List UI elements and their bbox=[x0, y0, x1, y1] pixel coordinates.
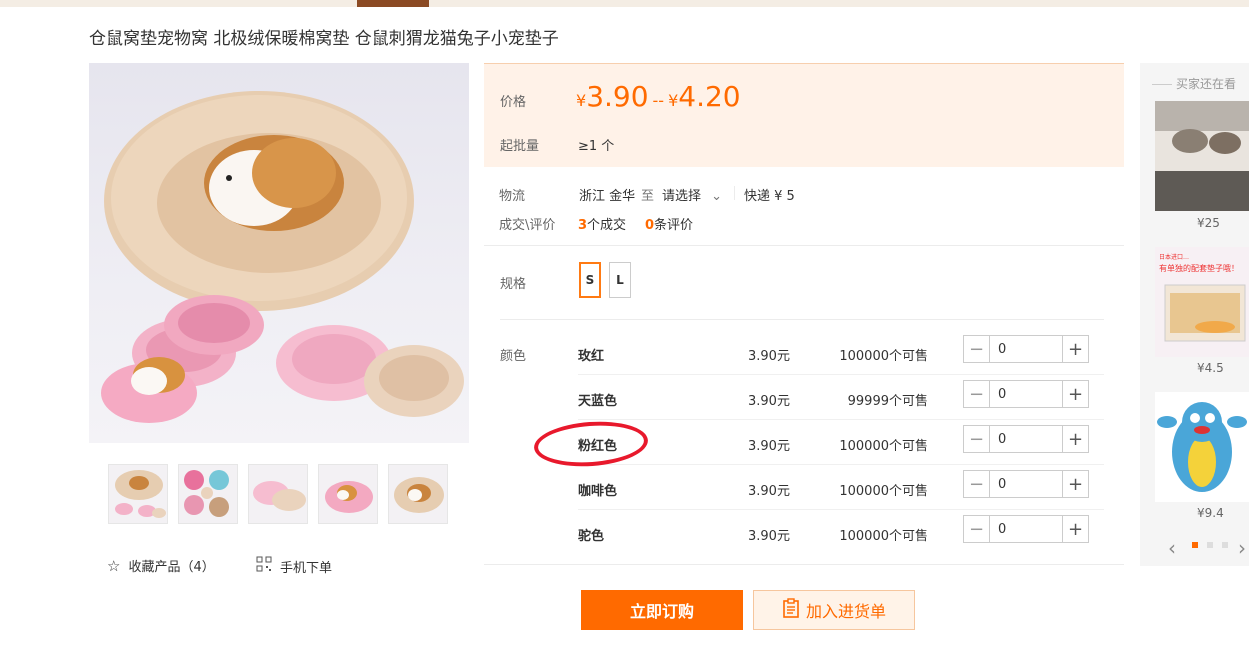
section-divider bbox=[484, 245, 1124, 246]
review-count[interactable]: 0条评价 bbox=[645, 214, 693, 233]
carousel-dot-1[interactable] bbox=[1192, 542, 1198, 548]
destination-select[interactable]: 请选择 ⌄ bbox=[662, 185, 722, 204]
deals-label: 成交\评价 bbox=[499, 218, 556, 233]
plus-icon[interactable]: + bbox=[1062, 381, 1088, 407]
main-product-image[interactable] bbox=[89, 63, 469, 443]
color-price: 3.90元 bbox=[748, 529, 790, 544]
color-name: 咖啡色 bbox=[578, 484, 618, 499]
recommended-price-3: ¥9.4 bbox=[1197, 506, 1224, 520]
star-icon: ☆ bbox=[107, 556, 121, 575]
svg-text:日本进口…: 日本进口… bbox=[1159, 253, 1189, 261]
thumbnail-2[interactable] bbox=[178, 464, 238, 524]
plus-icon[interactable]: + bbox=[1062, 516, 1088, 542]
recommended-price-2: ¥4.5 bbox=[1197, 361, 1224, 375]
qr-code-icon bbox=[256, 556, 272, 576]
spec-option-l[interactable]: L bbox=[609, 262, 631, 298]
quantity-input[interactable]: 0 bbox=[990, 516, 1062, 542]
top-nav-bar bbox=[0, 0, 1249, 7]
recommended-item-2[interactable]: 日本进口… 有单独的配套垫子哦！ bbox=[1155, 247, 1249, 357]
recommended-item-1[interactable] bbox=[1155, 101, 1249, 211]
minus-icon[interactable]: − bbox=[964, 336, 990, 362]
logistics-label: 物流 bbox=[499, 189, 526, 204]
recommendation-title: 买家还在看 bbox=[1176, 77, 1237, 91]
bottom-divider bbox=[484, 564, 1124, 565]
logistics-separator bbox=[734, 186, 735, 200]
color-row-rose: 玫红 3.90元 100000个可售 − 0 + bbox=[578, 330, 1104, 375]
product-title: 仓鼠窝垫宠物窝 北极绒保暖棉窝垫 仓鼠刺猬龙猫兔子小宠垫子 bbox=[89, 29, 559, 49]
color-price: 3.90元 bbox=[748, 394, 790, 409]
moq-label: 起批量 bbox=[500, 139, 540, 154]
thumbnail-5[interactable] bbox=[388, 464, 448, 524]
plus-icon[interactable]: + bbox=[1062, 336, 1088, 362]
color-name: 驼色 bbox=[578, 529, 605, 544]
color-row-pink: 粉红色 3.90元 100000个可售 − 0 + bbox=[578, 420, 1104, 465]
moq-value: ≥1 个 bbox=[578, 139, 615, 154]
quantity-input[interactable]: 0 bbox=[990, 426, 1062, 452]
price-label: 价格 bbox=[500, 95, 527, 110]
minus-icon[interactable]: − bbox=[964, 426, 990, 452]
color-price: 3.90元 bbox=[748, 484, 790, 499]
top-nav-active-tab[interactable] bbox=[357, 0, 429, 7]
quantity-stepper: − 0 + bbox=[963, 425, 1089, 453]
color-name: 玫红 bbox=[578, 349, 605, 364]
quantity-stepper: − 0 + bbox=[963, 335, 1089, 363]
carousel-dot-3[interactable] bbox=[1222, 542, 1228, 548]
thumbnail-1[interactable] bbox=[108, 464, 168, 524]
add-to-list-button[interactable]: 加入进货单 bbox=[753, 590, 915, 630]
logistics-to: 至 bbox=[641, 189, 655, 204]
quantity-stepper: − 0 + bbox=[963, 515, 1089, 543]
color-row-camel: 驼色 3.90元 100000个可售 − 0 + bbox=[578, 510, 1104, 555]
recommended-item-3[interactable] bbox=[1155, 392, 1249, 502]
minus-icon[interactable]: − bbox=[964, 381, 990, 407]
logistics-origin: 浙江 金华 bbox=[579, 189, 636, 204]
price-min: 3.90 bbox=[586, 80, 649, 113]
quantity-stepper: − 0 + bbox=[963, 380, 1089, 408]
quantity-stepper: − 0 + bbox=[963, 470, 1089, 498]
color-row-sky-blue: 天蓝色 3.90元 99999个可售 − 0 + bbox=[578, 375, 1104, 420]
color-stock: 100000个可售 bbox=[839, 439, 928, 454]
thumbnail-3[interactable] bbox=[248, 464, 308, 524]
color-name: 天蓝色 bbox=[578, 394, 618, 409]
svg-text:有单独的配套垫子哦！: 有单独的配套垫子哦！ bbox=[1159, 263, 1239, 273]
quantity-input[interactable]: 0 bbox=[990, 471, 1062, 497]
quantity-input[interactable]: 0 bbox=[990, 381, 1062, 407]
color-price: 3.90元 bbox=[748, 439, 790, 454]
color-stock: 100000个可售 bbox=[839, 529, 928, 544]
carousel-dot-2[interactable] bbox=[1207, 542, 1213, 548]
chevron-left-icon[interactable]: ‹ bbox=[1168, 536, 1176, 560]
price-max: 4.20 bbox=[678, 80, 741, 113]
favorite-label: 收藏产品（4） bbox=[128, 560, 215, 575]
favorite-button[interactable]: ☆ 收藏产品（4） bbox=[107, 556, 215, 576]
color-price: 3.90元 bbox=[748, 349, 790, 364]
plus-icon[interactable]: + bbox=[1062, 426, 1088, 452]
color-stock: 99999个可售 bbox=[847, 394, 928, 409]
recommended-price-1: ¥25 bbox=[1197, 216, 1220, 230]
mobile-order-label: 手机下单 bbox=[280, 560, 333, 576]
plus-icon[interactable]: + bbox=[1062, 471, 1088, 497]
thumbnail-4[interactable] bbox=[318, 464, 378, 524]
minus-icon[interactable]: − bbox=[964, 471, 990, 497]
spec-label: 规格 bbox=[500, 277, 527, 292]
quantity-input[interactable]: 0 bbox=[990, 336, 1062, 362]
clipboard-icon bbox=[782, 598, 800, 622]
color-stock: 100000个可售 bbox=[839, 484, 928, 499]
price-range: ¥3.90 -- ¥4.20 bbox=[576, 80, 741, 113]
minus-icon[interactable]: − bbox=[964, 516, 990, 542]
chevron-down-icon: ⌄ bbox=[711, 189, 723, 204]
color-row-coffee: 咖啡色 3.90元 100000个可售 − 0 + bbox=[578, 465, 1104, 510]
mobile-order-button[interactable]: 手机下单 bbox=[256, 556, 332, 576]
color-stock: 100000个可售 bbox=[839, 349, 928, 364]
express-fee: 快递 ¥ 5 bbox=[744, 189, 795, 204]
spec-divider bbox=[500, 319, 1104, 320]
chevron-right-icon[interactable]: › bbox=[1238, 536, 1246, 560]
color-label: 颜色 bbox=[500, 349, 527, 364]
order-now-button[interactable]: 立即订购 bbox=[581, 590, 743, 630]
deal-count[interactable]: 3个成交 bbox=[578, 214, 626, 233]
spec-option-s[interactable]: S bbox=[579, 262, 601, 298]
